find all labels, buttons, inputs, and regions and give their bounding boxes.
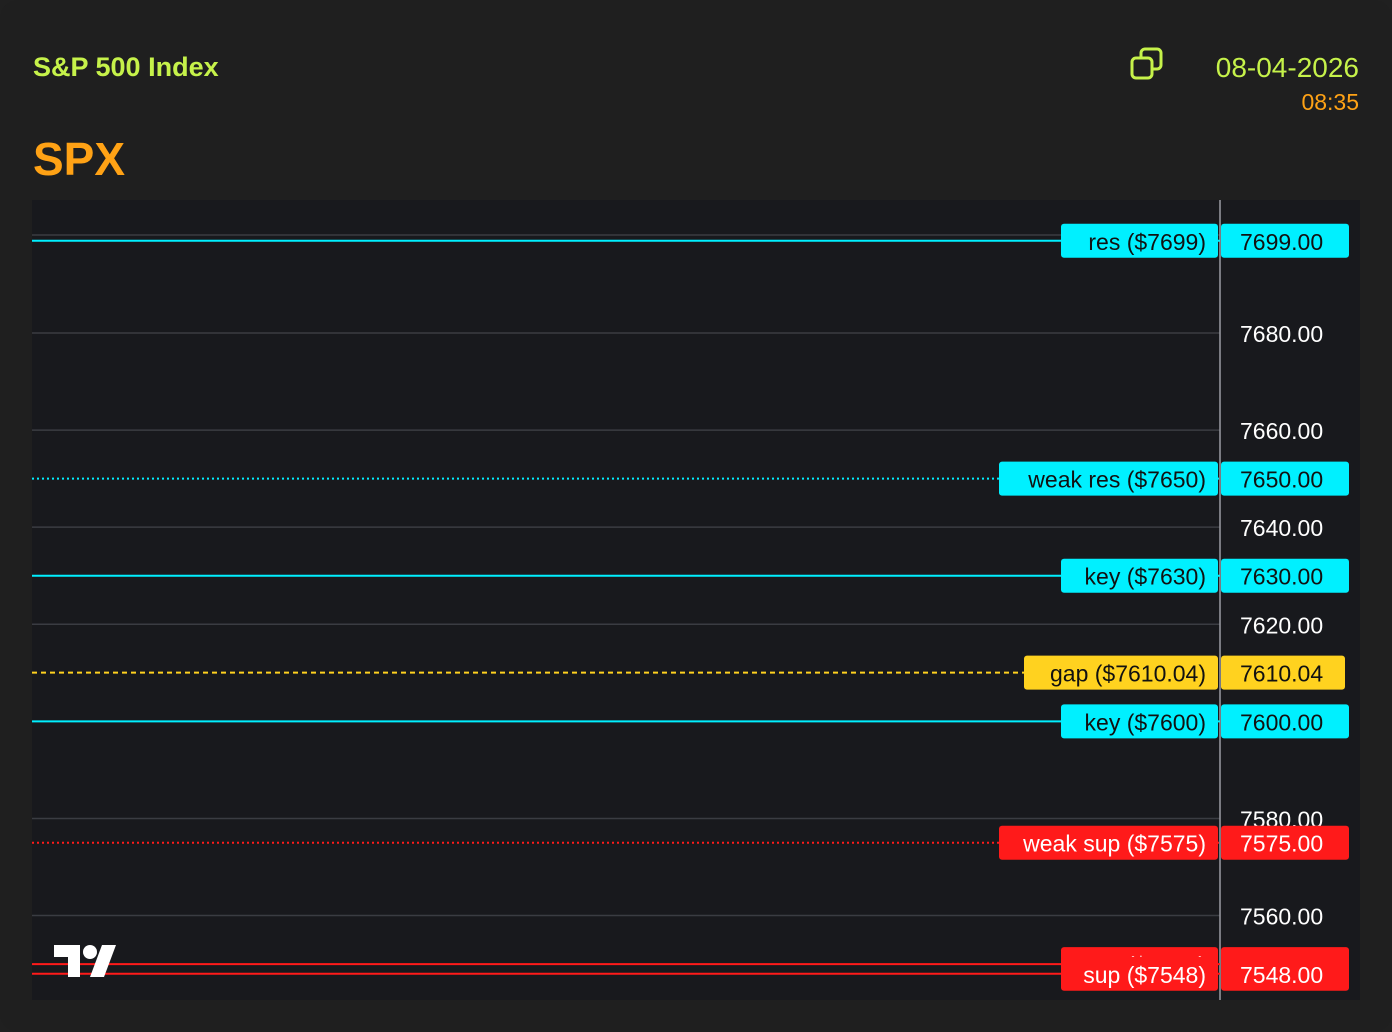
level-label: res ($7699) [1088,229,1206,255]
level-label: weak res ($7650) [1027,467,1206,493]
price-label: 7610.04 [1240,661,1323,687]
level-label: sup ($7548) [1083,962,1206,988]
price-label: 7650.00 [1240,467,1323,493]
y-tick-label: 7560.00 [1240,904,1323,930]
index-name: S&P 500 Index [33,52,219,82]
copy-icon-glyph [1130,47,1163,80]
price-label: 7548.00 [1240,962,1323,988]
level-label: key ($7600) [1085,709,1206,735]
date-label: 08-04-2026 [1215,52,1359,83]
price-label: 7600.00 [1240,709,1323,735]
price-label: 7699.00 [1240,229,1323,255]
y-tick-label: 7640.00 [1240,515,1323,541]
y-tick-label: 7680.00 [1240,321,1323,347]
y-tick-label: 7620.00 [1240,612,1323,638]
level-label: gap ($7610.04) [1050,661,1206,687]
level-label: key ($7630) [1085,564,1206,590]
tradingview-logo [54,945,116,977]
price-label: 7630.00 [1240,564,1323,590]
chart-svg[interactable]: 7560.007580.007620.007640.007660.007680.… [32,200,1360,1000]
time-label: 08:35 [1301,89,1359,115]
y-tick-label: 7660.00 [1240,418,1323,444]
ticker-symbol: SPX [33,133,126,185]
level-chart[interactable]: 7560.00 7580.00 7620.00 7640.00 7660.00 7680.… [32,200,1360,1000]
tradingview-logo-part [83,945,97,959]
widget-card: S&P 500 Index SPX 08-04-2026 08:35 7560.… [0,0,1392,1032]
copy-icon[interactable] [1128,46,1166,84]
price-label: 7575.00 [1240,831,1323,857]
tradingview-logo-part [54,945,80,977]
level-label: weak sup ($7575) [1022,831,1206,857]
